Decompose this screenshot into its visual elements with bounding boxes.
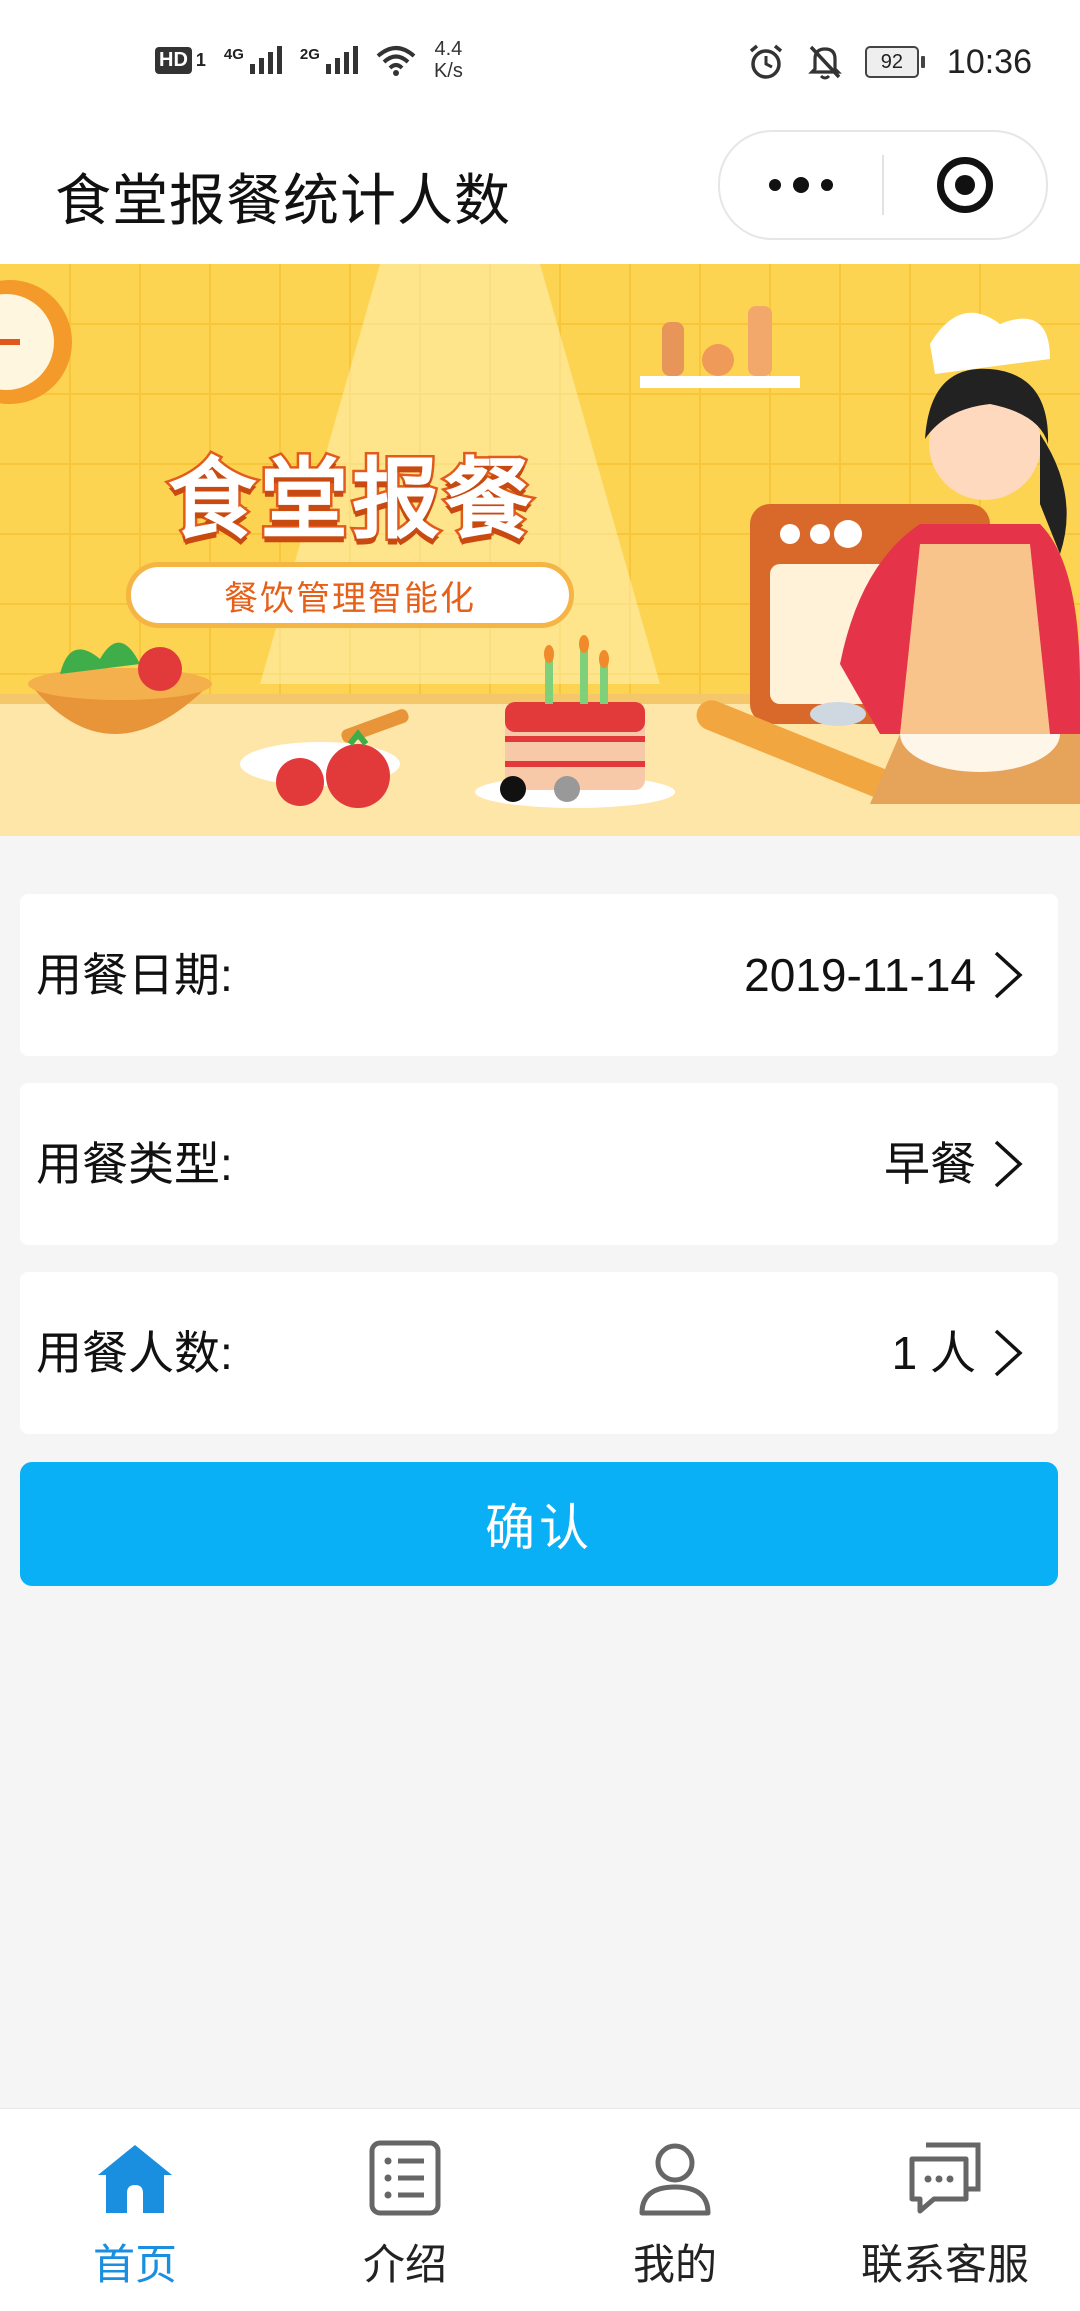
wifi-icon [376,46,416,76]
meal-type-value: 早餐 [884,1138,976,1190]
clock: 10:36 [946,42,1032,81]
signal-4g-icon: 4G [224,46,282,74]
meal-date-value: 2019-11-14 [744,949,976,1001]
tab-home[interactable]: 首页 [0,2109,270,2311]
network-2g-label: 2G [299,46,320,63]
chat-icon [909,2142,981,2214]
more-button[interactable] [720,132,882,238]
page-title: 食堂报餐统计人数 [55,169,511,232]
mute-icon [808,45,842,80]
meal-type-label: 用餐类型: [36,1138,233,1190]
banner-illustration [0,264,1080,836]
home-icon [98,2145,172,2213]
title-bar: 食堂报餐统计人数 [0,120,1080,264]
chevron-right-icon [994,1329,1023,1377]
close-miniapp-button[interactable] [884,132,1046,238]
more-dots-icon [769,177,833,193]
target-icon [937,157,993,213]
network-speed: 4.4 K/s [434,38,463,82]
tab-mine[interactable]: 我的 [540,2109,810,2311]
tab-bar: 首页 介绍 我的 联系客服 [0,2108,1080,2311]
banner-title: 食堂报餐 [165,448,537,552]
battery-level: 92 [864,46,919,78]
tab-support-label: 联系客服 [860,2241,1029,2288]
signal-2g-icon: 2G [300,46,358,74]
meal-date-label: 用餐日期: [36,949,233,1001]
confirm-button[interactable]: 确认 [20,1462,1058,1586]
status-right: 92 10:36 [747,38,1032,86]
chevron-right-icon [994,951,1023,999]
meal-type-row[interactable]: 用餐类型: 早餐 [20,1083,1058,1245]
chevron-right-icon [994,1140,1023,1188]
tab-intro[interactable]: 介绍 [270,2109,540,2311]
battery-icon: 92 [864,46,925,78]
list-icon [369,2140,441,2216]
carousel-dot-2[interactable] [554,776,580,802]
diner-count-value: 1 人 [891,1327,976,1379]
user-icon [639,2143,711,2216]
status-left: HD 1 4G 2G 4.4 K/s [155,34,463,86]
hd-badge: HD 1 [155,46,206,74]
miniapp-capsule [718,130,1048,240]
tab-support[interactable]: 联系客服 [810,2109,1080,2311]
hd-label: HD [155,46,192,74]
sim-label: 1 [195,49,206,70]
tab-mine-label: 我的 [632,2241,717,2288]
diner-count-row[interactable]: 用餐人数: 1 人 [20,1272,1058,1434]
banner-subtitle: 餐饮管理智能化 [126,562,574,628]
meal-date-row[interactable]: 用餐日期: 2019-11-14 [20,894,1058,1056]
status-bar: HD 1 4G 2G 4.4 K/s 92 10:36 [0,0,1080,120]
speed-unit: K/s [433,60,463,82]
tab-home-label: 首页 [92,2241,177,2288]
alarm-icon [749,44,783,79]
banner-carousel[interactable]: 食堂报餐 餐饮管理智能化 [0,264,1080,836]
carousel-indicator [0,776,1080,802]
carousel-dot-1[interactable] [500,776,526,802]
network-4g-label: 4G [223,46,244,63]
speed-value: 4.4 [434,38,463,60]
diner-count-label: 用餐人数: [36,1327,233,1379]
tab-intro-label: 介绍 [362,2241,447,2288]
